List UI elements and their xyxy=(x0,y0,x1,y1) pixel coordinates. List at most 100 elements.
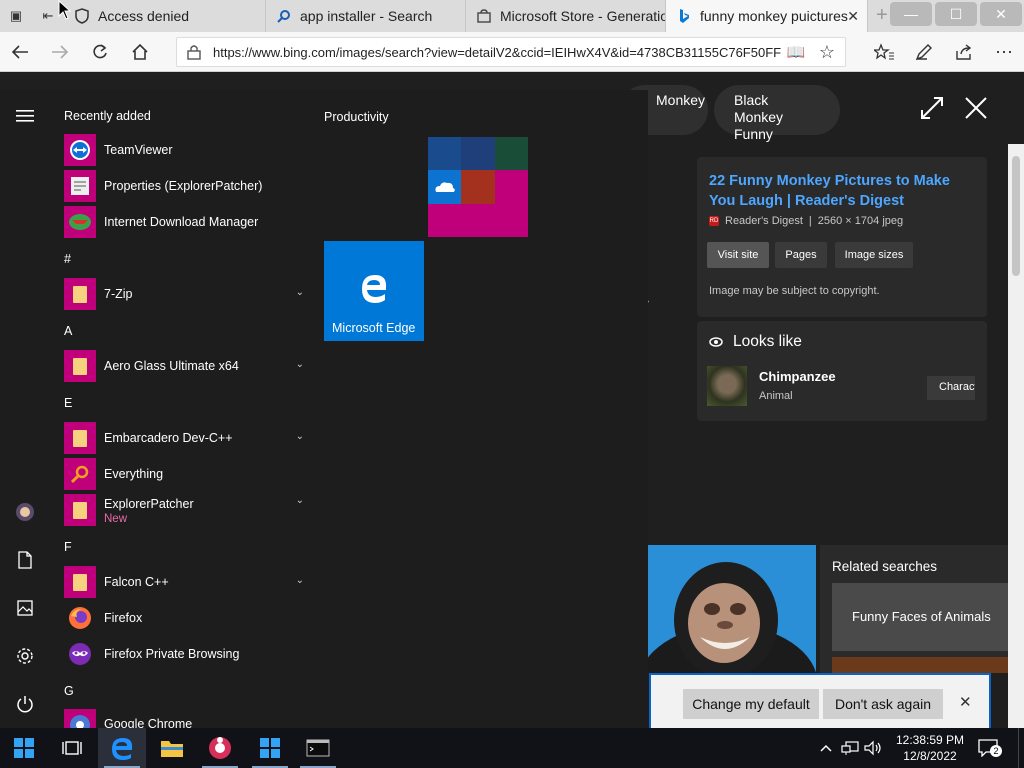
section-header-e[interactable]: E xyxy=(64,396,72,410)
image-sizes-button[interactable]: Image sizes xyxy=(835,242,913,268)
microsoft-edge-tile[interactable]: Microsoft Edge xyxy=(324,241,424,341)
page-scrollbar[interactable] xyxy=(1008,144,1024,730)
chimpanzee-thumbnail[interactable] xyxy=(707,366,747,406)
taskbar-microsoft-store[interactable] xyxy=(246,728,294,768)
power-icon[interactable] xyxy=(13,692,37,716)
tab-actions-icon[interactable]: ▣ xyxy=(4,4,28,28)
change-my-default-button[interactable]: Change my default xyxy=(683,689,819,719)
volume-icon[interactable] xyxy=(862,728,884,768)
app-properties-explorerpatcher[interactable]: Properties (ExplorerPatcher) xyxy=(64,169,304,203)
result-source[interactable]: Reader's Digest xyxy=(725,215,803,227)
set-tabs-aside-icon[interactable]: ⇤ xyxy=(36,4,60,28)
forward-arrow-icon[interactable] xyxy=(48,40,72,64)
looks-like-name[interactable]: Chimpanzee xyxy=(759,369,836,384)
result-title-link[interactable]: 22 Funny Monkey Pictures to Make You Lau… xyxy=(709,171,979,211)
start-left-rail xyxy=(0,90,50,730)
characteristics-button[interactable]: Charact xyxy=(927,376,975,400)
new-tab-button[interactable]: + xyxy=(876,4,888,27)
tab-title: funny monkey puictures xyxy=(700,8,848,24)
close-viewer-icon[interactable] xyxy=(964,96,988,127)
task-view-button[interactable] xyxy=(48,728,96,768)
close-window-button[interactable]: ✕ xyxy=(980,2,1022,26)
tab-funny-monkey[interactable]: funny monkey puictures ✕ xyxy=(666,0,868,32)
recently-added-heading: Recently added xyxy=(64,109,151,123)
related-item-thumbnail[interactable] xyxy=(832,657,1008,673)
address-bar[interactable]: https://www.bing.com/images/search?view=… xyxy=(176,37,846,67)
taskbar-command-prompt[interactable] xyxy=(294,728,342,768)
tab-microsoft-store[interactable]: Microsoft Store - Generation xyxy=(466,0,666,32)
documents-icon[interactable] xyxy=(13,548,37,572)
section-header-hash[interactable]: # xyxy=(64,252,71,266)
app-teamviewer[interactable]: TeamViewer xyxy=(64,133,304,167)
taskbar-app-red[interactable] xyxy=(196,728,244,768)
monkey-photo[interactable] xyxy=(648,545,816,673)
section-header-a[interactable]: A xyxy=(64,324,72,338)
app-everything[interactable]: Everything xyxy=(64,457,304,491)
maximize-button[interactable]: ☐ xyxy=(935,2,977,26)
favorite-star-icon[interactable]: ☆ xyxy=(815,40,839,64)
app-aero-glass[interactable]: Aero Glass Ultimate x64 ⌄ xyxy=(64,349,304,383)
magnifier-icon xyxy=(64,458,96,490)
web-note-pen-icon[interactable] xyxy=(912,40,936,64)
show-hidden-icons-chevron-up-icon[interactable] xyxy=(816,728,836,768)
readers-digest-logo-icon: RD xyxy=(709,216,719,226)
related-chip-black-monkey-funny[interactable]: Black Monkey Funny xyxy=(714,85,840,142)
pictures-icon[interactable] xyxy=(13,596,37,620)
app-explorerpatcher[interactable]: ExplorerPatcher New ⌄ xyxy=(64,493,304,527)
network-icon[interactable] xyxy=(840,728,860,768)
app-google-chrome[interactable]: Google Chrome xyxy=(64,709,304,730)
app-firefox-private[interactable]: Firefox Private Browsing xyxy=(64,637,304,671)
app-7zip[interactable]: 7-Zip ⌄ xyxy=(64,277,304,311)
chip-label-line2: Monkey Funny xyxy=(734,109,784,142)
show-desktop-button[interactable] xyxy=(1018,728,1024,768)
app-embarcadero[interactable]: Embarcadero Dev-C++ ⌄ xyxy=(64,421,304,455)
section-header-g[interactable]: G xyxy=(64,684,74,698)
home-icon[interactable] xyxy=(128,40,152,64)
tab-title: Access denied xyxy=(98,8,190,24)
properties-icon xyxy=(64,170,96,202)
pages-button[interactable]: Pages xyxy=(775,242,827,268)
tab-app-installer-search[interactable]: app installer - Search xyxy=(266,0,466,32)
section-header-f[interactable]: F xyxy=(64,540,72,554)
settings-gear-icon[interactable] xyxy=(13,644,37,668)
app-firefox[interactable]: Firefox xyxy=(64,601,304,635)
refresh-icon[interactable] xyxy=(88,40,112,64)
app-internet-download-manager[interactable]: Internet Download Manager xyxy=(64,205,304,239)
office-apps-folder-tile[interactable] xyxy=(428,137,528,237)
close-banner-icon[interactable]: ✕ xyxy=(959,693,972,711)
lock-icon xyxy=(187,45,201,60)
looks-like-category: Animal xyxy=(759,390,793,402)
favorites-hub-icon[interactable] xyxy=(872,40,896,64)
chevron-down-icon[interactable]: ⌄ xyxy=(296,495,304,506)
related-item-funny-faces[interactable]: Funny Faces of Animals xyxy=(832,583,1008,651)
chevron-down-icon[interactable]: ⌄ xyxy=(296,431,304,442)
tab-access-denied[interactable]: Access denied xyxy=(64,0,266,32)
store-icon xyxy=(260,738,280,758)
reading-view-icon[interactable]: 📖 xyxy=(784,40,808,64)
user-avatar-icon[interactable] xyxy=(13,500,37,524)
tile-label: Microsoft Edge xyxy=(332,321,416,335)
close-tab-icon[interactable]: ✕ xyxy=(847,8,859,25)
related-searches-heading: Related searches xyxy=(832,559,938,574)
more-menu-icon[interactable]: ⋯ xyxy=(992,40,1016,64)
visit-site-button[interactable]: Visit site xyxy=(707,242,769,268)
chevron-down-icon[interactable]: ⌄ xyxy=(296,287,304,298)
looks-like-heading: Looks like xyxy=(709,333,802,351)
minimize-button[interactable]: — xyxy=(890,2,932,26)
back-arrow-icon[interactable] xyxy=(8,40,32,64)
taskbar-edge[interactable] xyxy=(98,728,146,768)
taskbar-file-explorer[interactable] xyxy=(148,728,196,768)
chevron-down-icon[interactable]: ⌄ xyxy=(296,575,304,586)
start-button[interactable] xyxy=(0,728,48,768)
system-clock[interactable]: 12:38:59 PM 12/8/2022 xyxy=(884,732,976,764)
chevron-down-icon[interactable]: ⌄ xyxy=(296,359,304,370)
action-center-button[interactable]: 2 xyxy=(976,728,1002,768)
expand-icon[interactable] xyxy=(920,96,944,127)
navigation-bar: https://www.bing.com/images/search?view=… xyxy=(0,32,1024,72)
folder-icon xyxy=(64,422,96,454)
dont-ask-again-button[interactable]: Don't ask again xyxy=(823,689,943,719)
scrollbar-thumb[interactable] xyxy=(1012,156,1020,276)
app-falcon-cpp[interactable]: Falcon C++ ⌄ xyxy=(64,565,304,599)
hamburger-menu-icon[interactable] xyxy=(13,104,37,128)
share-icon[interactable] xyxy=(952,40,976,64)
